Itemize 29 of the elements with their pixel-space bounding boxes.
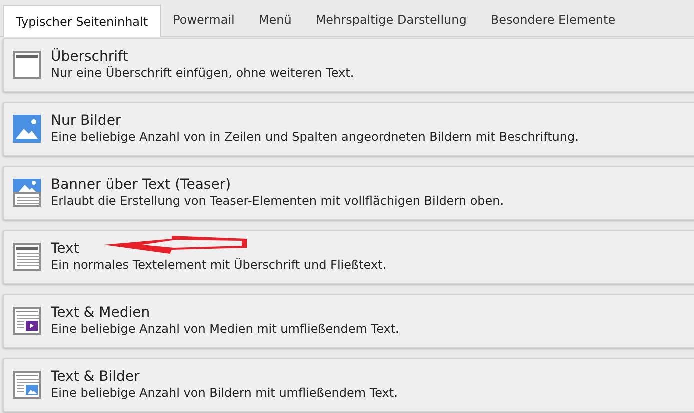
element-title: Überschrift (51, 48, 130, 66)
tab[interactable]: Mehrspaltige Darstellung (304, 4, 479, 36)
text-element-icon (13, 243, 41, 271)
tab[interactable]: Powermail (161, 4, 247, 36)
tab[interactable]: Menü (246, 4, 304, 36)
content-element-card[interactable]: Überschrift Nur eine Überschrift einfügen, ohne weiteren Text. (3, 38, 694, 92)
content-element-card[interactable]: Text & Medien Eine beliebige Anzahl von Medien mit umfließendem Text. (3, 294, 694, 348)
content-element-card[interactable]: Banner über Text (Teaser) Erlaubt die Erstellung von Teaser-Elementen mit vollflächigen Bildern oben. (3, 166, 694, 220)
header-element-icon (13, 51, 41, 79)
content-element-card[interactable]: Nur Bilder Eine beliebige Anzahl von in Zeilen und Spalten angeordneten Bildern mit Beschriftung. (3, 102, 694, 156)
content-element-card[interactable]: Text Ein normales Textelement mit Überschrift und Fließtext. (3, 230, 694, 284)
tab[interactable]: Typischer Seiteninhalt (3, 5, 162, 37)
element-title: Banner über Text (Teaser) (51, 176, 232, 194)
content-element-card[interactable]: Text & Bilder Eine beliebige Anzahl von Bildern mit umfließendem Text. (3, 358, 694, 412)
element-title: Text & Bilder (51, 368, 141, 386)
element-description: Nur eine Überschrift einfügen, ohne weiteren Text. (51, 66, 354, 82)
element-title: Text (51, 240, 80, 258)
element-title: Text & Medien (51, 304, 152, 322)
element-description: Eine beliebige Anzahl von Bildern mit umfließendem Text. (51, 386, 398, 402)
element-description: Ein normales Textelement mit Überschrift und Fließtext. (51, 258, 387, 274)
text-image-icon (13, 371, 41, 399)
text-media-icon (13, 307, 41, 335)
element-description: Eine beliebige Anzahl von Medien mit umfließendem Text. (51, 322, 400, 338)
element-description: Eine beliebige Anzahl von in Zeilen und Spalten angeordneten Bildern mit Beschriftung. (51, 130, 579, 146)
tab[interactable]: Besondere Elemente (478, 4, 628, 36)
image-icon (13, 115, 41, 143)
element-description: Erlaubt die Erstellung von Teaser-Elementen mit vollflächigen Bildern oben. (51, 194, 504, 210)
element-title: Nur Bilder (51, 112, 122, 130)
banner-image-icon (13, 179, 41, 207)
